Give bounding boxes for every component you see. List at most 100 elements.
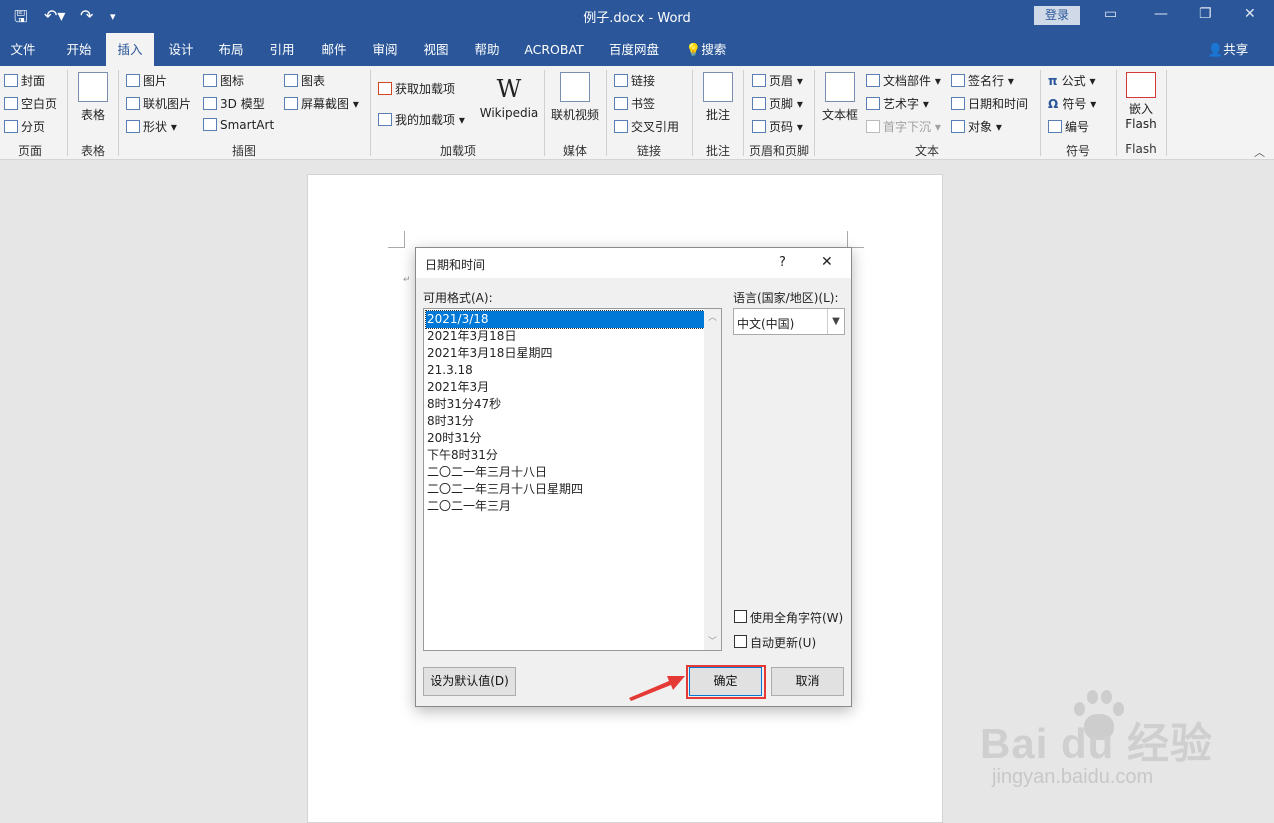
- group-label-tables: 表格: [80, 144, 105, 158]
- format-option[interactable]: 20时31分: [426, 430, 706, 447]
- page-break-button[interactable]: 分页: [4, 118, 45, 135]
- format-option[interactable]: 8时31分47秒: [426, 396, 706, 413]
- margin-corner-mark: [847, 231, 864, 248]
- quick-parts-button[interactable]: 文档部件 ▾: [866, 72, 941, 89]
- wordart-label: 艺术字: [883, 97, 920, 111]
- group-label-header-footer: 页眉和页脚: [748, 144, 809, 158]
- embed-flash-button[interactable]: 嵌入 Flash: [1120, 72, 1162, 131]
- format-option[interactable]: 8时31分: [426, 413, 706, 430]
- tab-mailings[interactable]: 邮件: [311, 33, 357, 66]
- wikipedia-button[interactable]: W Wikipedia: [478, 72, 540, 120]
- format-option[interactable]: 2021年3月: [426, 379, 706, 396]
- chevron-down-icon[interactable]: ▼: [827, 309, 844, 334]
- fullwidth-label: 使用全角字符(W): [750, 611, 844, 625]
- auto-update-checkbox[interactable]: [734, 635, 747, 648]
- signature-line-button[interactable]: 签名行 ▾: [951, 72, 1014, 89]
- date-time-button[interactable]: 日期和时间: [951, 95, 1028, 112]
- tab-view[interactable]: 视图: [413, 33, 459, 66]
- close-icon[interactable]: ✕: [1244, 6, 1256, 22]
- tab-layout[interactable]: 布局: [208, 33, 254, 66]
- set-default-button[interactable]: 设为默认值(D): [423, 667, 516, 696]
- blank-page-icon: [4, 97, 18, 110]
- cover-page-button[interactable]: 封面: [4, 72, 45, 89]
- my-addins-button[interactable]: 我的加载项 ▾: [378, 111, 465, 128]
- textbox-button[interactable]: 文本框: [818, 72, 862, 123]
- table-button[interactable]: 表格: [73, 72, 113, 123]
- get-addins-button[interactable]: 获取加载项: [378, 80, 455, 97]
- header-button[interactable]: 页眉 ▾: [752, 72, 803, 89]
- tab-home[interactable]: 开始: [56, 33, 102, 66]
- cross-reference-button[interactable]: 交叉引用: [614, 118, 679, 135]
- minimize-icon[interactable]: —: [1154, 6, 1168, 22]
- drop-cap-button[interactable]: 首字下沉 ▾: [866, 118, 941, 135]
- get-addins-label: 获取加载项: [395, 82, 456, 96]
- link-button[interactable]: 链接: [614, 72, 655, 89]
- group-separator: [1116, 70, 1117, 156]
- picture-button[interactable]: 图片: [126, 72, 167, 89]
- smartart-icon: [203, 118, 217, 131]
- tab-design[interactable]: 设计: [158, 33, 204, 66]
- format-option[interactable]: 二〇二一年三月十八日: [426, 464, 706, 481]
- cancel-button[interactable]: 取消: [771, 667, 844, 696]
- comment-button[interactable]: 批注: [698, 72, 738, 123]
- bookmark-button[interactable]: 书签: [614, 95, 655, 112]
- dialog-title-bar: 日期和时间 ? ✕: [416, 248, 851, 278]
- tab-acrobat[interactable]: ACROBAT: [518, 33, 590, 66]
- equation-button[interactable]: π 公式 ▾: [1048, 72, 1096, 89]
- cross-reference-label: 交叉引用: [631, 120, 680, 134]
- footer-button[interactable]: 页脚 ▾: [752, 95, 803, 112]
- tab-search[interactable]: 💡搜索: [680, 33, 732, 66]
- page-number-button[interactable]: 页码 ▾: [752, 118, 803, 135]
- format-option[interactable]: 2021年3月18日星期四: [426, 345, 706, 362]
- share-button[interactable]: 👤共享: [1200, 33, 1256, 66]
- 3d-model-button[interactable]: 3D 模型: [203, 95, 265, 112]
- format-option[interactable]: 二〇二一年三月十八日星期四: [426, 481, 706, 498]
- dialog-close-icon[interactable]: ✕: [821, 254, 833, 270]
- chart-button[interactable]: 图表: [284, 72, 325, 89]
- numbering-button[interactable]: 编号: [1048, 118, 1089, 135]
- shapes-button[interactable]: 形状 ▾: [126, 118, 177, 135]
- symbol-label: 符号: [1062, 97, 1087, 111]
- wordart-button[interactable]: 艺术字 ▾: [866, 95, 929, 112]
- object-button[interactable]: 对象 ▾: [951, 118, 1002, 135]
- formats-listbox[interactable]: 2021/3/18 2021年3月18日 2021年3月18日星期四 21.3.…: [423, 308, 722, 651]
- scroll-up-icon[interactable]: ︿: [708, 310, 717, 323]
- ribbon-display-icon[interactable]: ▭: [1104, 6, 1117, 22]
- tab-file[interactable]: 文件: [0, 33, 46, 66]
- symbol-button[interactable]: Ω 符号 ▾: [1048, 95, 1096, 112]
- date-time-dialog: 日期和时间 ? ✕ 可用格式(A): 2021/3/18 2021年3月18日 …: [415, 247, 852, 707]
- online-video-button[interactable]: 联机视频: [548, 72, 602, 123]
- group-separator: [1040, 70, 1041, 156]
- blank-page-button[interactable]: 空白页: [4, 95, 57, 112]
- scroll-down-icon[interactable]: ﹀: [708, 634, 717, 647]
- 3d-model-label: 3D 模型: [220, 97, 265, 111]
- login-button[interactable]: 登录: [1034, 6, 1080, 25]
- tab-insert[interactable]: 插入: [106, 33, 154, 66]
- drop-cap-label: 首字下沉: [883, 120, 932, 134]
- help-icon[interactable]: ?: [779, 255, 786, 270]
- my-addins-icon: [378, 113, 392, 126]
- language-select[interactable]: 中文(中国) ▼: [733, 308, 845, 335]
- textbox-label: 文本框: [821, 108, 858, 122]
- tab-references[interactable]: 引用: [259, 33, 305, 66]
- smartart-button[interactable]: SmartArt: [203, 118, 274, 132]
- fullwidth-checkbox[interactable]: [734, 610, 747, 623]
- tab-baidu-netdisk[interactable]: 百度网盘: [600, 33, 668, 66]
- online-picture-button[interactable]: 联机图片: [126, 95, 191, 112]
- formats-scrollbar[interactable]: ︿ ﹀: [704, 309, 721, 650]
- format-option[interactable]: 2021年3月18日: [426, 328, 706, 345]
- format-option[interactable]: 2021/3/18: [425, 310, 707, 329]
- tab-review[interactable]: 审阅: [362, 33, 408, 66]
- page-number-icon: [752, 120, 766, 133]
- icons-button[interactable]: 图标: [203, 72, 244, 89]
- group-label-symbols: 符号: [1065, 144, 1090, 158]
- group-separator: [606, 70, 607, 156]
- format-option[interactable]: 下午8时31分: [426, 447, 706, 464]
- collapse-ribbon-icon[interactable]: ︿: [1254, 144, 1265, 160]
- format-option[interactable]: 21.3.18: [426, 362, 706, 379]
- screenshot-button[interactable]: 屏幕截图 ▾: [284, 95, 359, 112]
- omega-icon: Ω: [1048, 97, 1063, 111]
- restore-icon[interactable]: ❐: [1199, 6, 1212, 22]
- format-option[interactable]: 二〇二一年三月: [426, 498, 706, 515]
- tab-help[interactable]: 帮助: [464, 33, 510, 66]
